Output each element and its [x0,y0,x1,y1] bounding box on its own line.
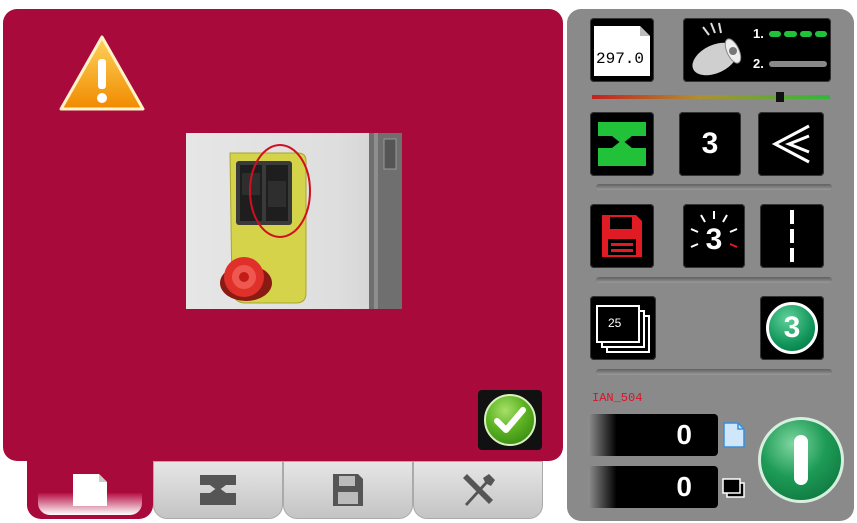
divider [596,277,832,283]
tab-document[interactable] [27,461,153,519]
press-icon [200,475,236,505]
level-2-label: 2. [753,56,764,71]
stacked-sheets-icon [596,305,650,353]
tab-tools[interactable] [413,461,543,519]
direction-button[interactable] [758,112,824,176]
start-button[interactable] [758,417,844,503]
press-green-icon [598,122,646,166]
dashed-line-icon [790,210,794,262]
tab-bar [0,461,560,523]
floppy-disk-icon [333,474,363,506]
line-mode-button[interactable] [760,204,824,268]
step-badge-value: 3 [783,311,801,344]
dimension-display-button[interactable]: 297.0 [590,18,654,82]
jaw-count-value: 3 [701,127,719,160]
program-name: IAN_504 [592,391,643,405]
blink-count-value: 3 [705,223,723,256]
cylinder-level-button[interactable]: 1. 2. [683,18,831,82]
blink-count-button[interactable]: 3 [683,204,745,268]
level-1-indicator [769,31,827,37]
sheets-counter-value: 0 [676,471,692,502]
document-icon [73,474,107,506]
sheets-counter[interactable]: 0 [588,466,718,508]
speed-slider-thumb[interactable] [776,92,784,102]
sheets-stack-button[interactable]: 25 [590,296,656,360]
checkmark-icon [484,394,536,446]
dimension-value: 297.0 [596,50,645,68]
confirm-button[interactable] [478,390,542,450]
divider [596,369,832,375]
pieces-counter-value: 0 [676,419,692,450]
warning-icon [59,35,145,111]
jaw-count-button[interactable]: 3 [679,112,741,176]
cylinder-icon [692,22,742,76]
chevron-left-icon [771,124,810,164]
wrench-screwdriver-icon [463,474,495,506]
level-1-label: 1. [753,26,764,41]
step-number-button[interactable]: 3 [760,296,824,360]
floppy-disk-red-icon [602,215,642,257]
start-icon [794,435,808,485]
step-badge-icon: 3 [766,302,818,354]
alert-panel [3,9,563,461]
sheets-count-value: 25 [608,316,622,330]
sheets-small-icon [722,478,745,498]
pieces-counter[interactable]: 0 [588,414,718,456]
document-blue-icon [723,422,745,448]
tab-save[interactable] [283,461,413,519]
speed-slider[interactable] [592,92,830,102]
press-mode-button[interactable] [590,112,654,176]
machine-switch-image [186,133,402,309]
divider [596,184,832,190]
level-2-indicator [769,61,827,67]
save-program-button[interactable] [590,204,654,268]
tab-press[interactable] [153,461,283,519]
